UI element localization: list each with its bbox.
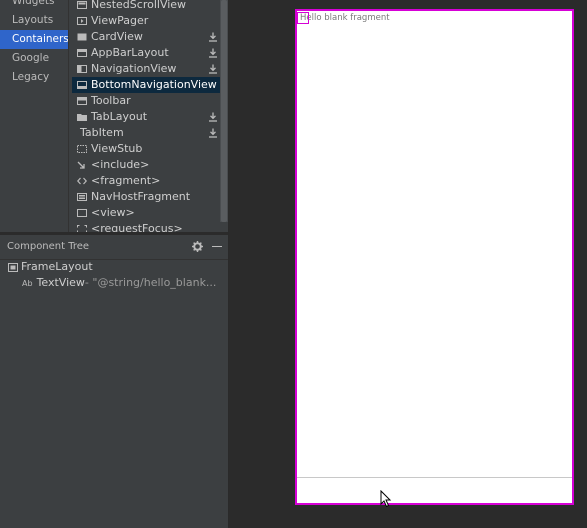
minimize-icon[interactable] (212, 246, 222, 247)
palette-item[interactable]: <view> (72, 205, 220, 221)
category-layouts[interactable]: Layouts (0, 11, 68, 30)
scrollbar-thumb[interactable] (221, 0, 227, 222)
palette-item[interactable]: AppBarLayout (72, 45, 220, 61)
selection-box (297, 12, 309, 24)
palette-item-label: <requestFocus> (91, 222, 183, 232)
palette-item-label: <fragment> (91, 174, 161, 187)
gear-icon[interactable] (192, 241, 203, 252)
nav-host-icon (77, 193, 87, 201)
palette-item[interactable]: <include> (72, 157, 220, 173)
palette-item[interactable]: TabItem (72, 125, 220, 141)
tree-node-textview[interactable]: Ab TextView- "@string/hello_blank... (22, 276, 216, 290)
appbar-icon (77, 49, 87, 57)
palette-items: NestedScrollView ViewPager CardView AppBarL… (72, 0, 220, 232)
textview-icon: Ab (22, 279, 33, 288)
palette-item[interactable]: NavigationView (72, 61, 220, 77)
palette-item-label: NavHostFragment (91, 190, 191, 203)
code-brackets-icon (77, 177, 87, 185)
tree-node-label: TextView (36, 276, 85, 289)
category-legacy[interactable]: Legacy (0, 68, 68, 87)
palette-item-label: <include> (91, 158, 150, 171)
download-icon[interactable] (208, 64, 218, 74)
palette-item-label: NestedScrollView (91, 0, 187, 11)
toolbar-icon (77, 97, 87, 105)
palette-item-label: TabLayout (91, 110, 148, 123)
folder-icon (77, 114, 87, 121)
palette-item[interactable]: NavHostFragment (72, 189, 220, 205)
palette-categories: Widgets Layouts Containers Google Legacy (0, 0, 69, 87)
palette-item[interactable]: NestedScrollView (72, 0, 220, 13)
palette-item-label: ViewStub (91, 142, 143, 155)
component-tree-title: Component Tree (7, 241, 90, 252)
bottom-nav-icon (77, 81, 87, 89)
category-google[interactable]: Google (0, 49, 68, 68)
palette-item[interactable]: BottomNavigationView (72, 77, 220, 93)
viewpager-icon (77, 17, 87, 25)
bottom-divider (297, 477, 572, 478)
framelayout-icon (8, 262, 18, 272)
scroll-icon (77, 1, 87, 9)
download-icon[interactable] (208, 112, 218, 122)
category-widgets[interactable]: Widgets (0, 0, 68, 11)
navigation-icon (77, 65, 87, 73)
tree-node-label: FrameLayout (21, 260, 93, 273)
palette-item-label: NavigationView (91, 62, 177, 75)
palette-item-label: <view> (91, 206, 135, 219)
palette-item-label: CardView (91, 30, 143, 43)
palette-item-label: Toolbar (91, 94, 131, 107)
palette-item[interactable]: <requestFocus> (72, 221, 220, 232)
palette-item[interactable]: ViewStub (72, 141, 220, 157)
component-tree-panel: Component Tree FrameLayout Ab TextView- "… (0, 235, 228, 528)
palette-item[interactable]: Toolbar (72, 93, 220, 109)
tree-node-framelayout[interactable]: FrameLayout (8, 260, 93, 274)
arrow-in-icon (77, 161, 85, 169)
palette-item[interactable]: TabLayout (72, 109, 220, 125)
hello-textview[interactable]: Hello blank fragment (300, 13, 390, 23)
palette-item-label: BottomNavigationView (91, 78, 217, 91)
palette-item-label: ViewPager (91, 14, 149, 27)
focus-icon (77, 225, 87, 232)
dashed-box-icon (77, 145, 87, 153)
card-icon (77, 33, 87, 41)
category-containers[interactable]: Containers (0, 30, 69, 49)
palette-scrollbar[interactable] (220, 0, 228, 222)
component-tree-header: Component Tree (0, 235, 228, 260)
tree-node-value: - "@string/hello_blank... (84, 276, 217, 289)
device-preview[interactable]: Hello blank fragment (295, 9, 574, 505)
download-icon[interactable] (208, 32, 218, 42)
palette-panel: Widgets Layouts Containers Google Legacy Nes… (0, 0, 228, 232)
palette-item-label: TabItem (80, 126, 124, 139)
download-icon[interactable] (208, 128, 218, 138)
download-icon[interactable] (208, 48, 218, 58)
palette-item[interactable]: ViewPager (72, 13, 220, 29)
palette-item[interactable]: <fragment> (72, 173, 220, 189)
box-icon (77, 209, 87, 217)
palette-item[interactable]: CardView (72, 29, 220, 45)
mouse-cursor-icon (380, 490, 392, 508)
palette-item-label: AppBarLayout (91, 46, 169, 59)
palette-divider (68, 0, 69, 232)
